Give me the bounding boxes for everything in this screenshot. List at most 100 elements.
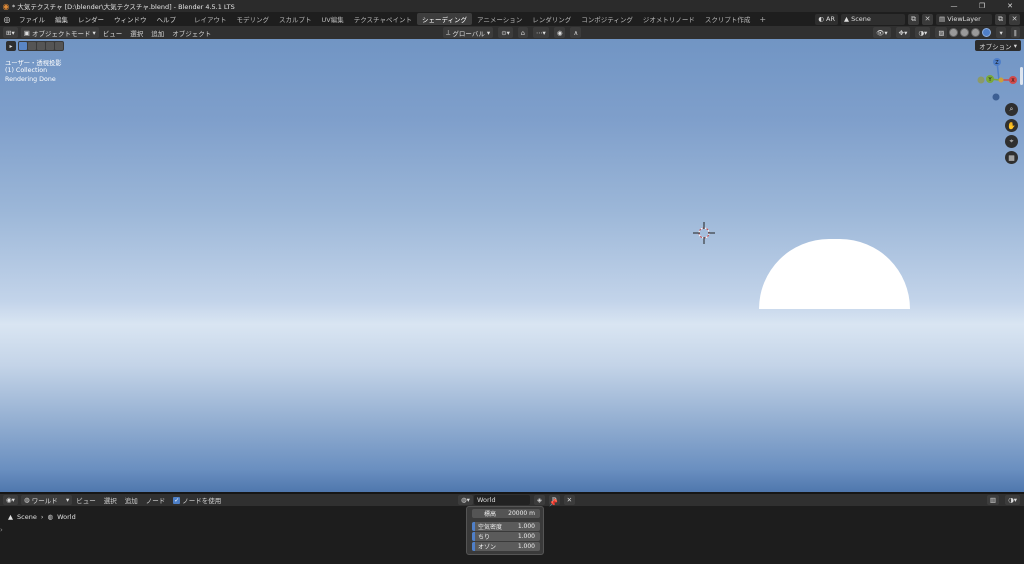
- editor-type-button[interactable]: ⊞▾: [3, 27, 18, 38]
- view-layer-copy-icon[interactable]: ⧉: [995, 13, 1006, 25]
- options-button[interactable]: オプション ▾: [975, 40, 1021, 51]
- pivot-selector[interactable]: ⊙▾: [498, 27, 513, 38]
- select-subtract-icon[interactable]: [37, 42, 45, 50]
- proportional-edit-toggle[interactable]: ◉: [553, 27, 566, 38]
- tab-uv-editing[interactable]: UV編集: [317, 13, 349, 25]
- menu-view[interactable]: ビュー: [99, 28, 127, 38]
- sidebar-toggle-icon[interactable]: ‖: [1010, 27, 1020, 38]
- node-sidebar-icon[interactable]: ▥: [986, 495, 1000, 505]
- blender-logo-icon: ◉: [2, 1, 10, 11]
- menu-add[interactable]: 追加: [147, 28, 168, 38]
- menu-help[interactable]: ヘルプ: [152, 14, 182, 24]
- 3d-cursor-icon[interactable]: [693, 222, 715, 244]
- window-controls: — ❐ ✕: [940, 0, 1024, 12]
- view-layer-remove-icon[interactable]: ✕: [1009, 13, 1020, 25]
- altitude-field[interactable]: 標高 20000 m: [472, 509, 540, 518]
- add-workspace-button[interactable]: +: [755, 15, 770, 24]
- snap-target-selector[interactable]: ⋯▾: [533, 27, 549, 38]
- camera-view-icon[interactable]: ⌖: [1005, 135, 1018, 148]
- node-overlay-toggle[interactable]: ◑▾: [1005, 495, 1020, 505]
- menu-bar: ◎ ファイル 編集 レンダー ウィンドウ ヘルプ レイアウト モデリング スカル…: [0, 12, 1024, 26]
- 3d-viewport[interactable]: ▸ ユーザー・透視投影 (1) Collection Rendering Don…: [0, 39, 1024, 492]
- tab-rendering[interactable]: レンダリング: [527, 13, 576, 25]
- close-button[interactable]: ✕: [996, 0, 1024, 12]
- maximize-button[interactable]: ❐: [968, 0, 996, 12]
- world-name-field[interactable]: World: [473, 495, 530, 505]
- material-shading-icon[interactable]: [971, 28, 981, 37]
- proportional-falloff-icon[interactable]: ∧: [570, 27, 582, 38]
- tab-texture-paint[interactable]: テクスチャペイント: [349, 13, 417, 25]
- scene-selector[interactable]: ▲ Scene: [841, 13, 905, 25]
- select-extend-icon[interactable]: [28, 42, 36, 50]
- ozone-density-slider[interactable]: オゾン 1.000: [472, 542, 540, 551]
- air-density-value: 1.000: [517, 523, 535, 530]
- tab-compositing[interactable]: コンポジティング: [576, 13, 638, 25]
- node-menu-add[interactable]: 追加: [121, 495, 142, 505]
- wireframe-shading-icon[interactable]: [949, 28, 959, 37]
- tab-sculpt[interactable]: スカルプト: [274, 13, 317, 25]
- tab-shading[interactable]: シェーディング: [416, 13, 473, 25]
- select-invert-icon[interactable]: [46, 42, 54, 50]
- scene-breadcrumb-icon: ▲: [8, 513, 13, 521]
- use-nodes-checkbox[interactable]: ✓: [173, 496, 181, 504]
- select-intersect-icon[interactable]: [55, 42, 63, 50]
- node-menu-node[interactable]: ノード: [142, 495, 170, 505]
- orientation-selector[interactable]: ⟂ グローバル ▾: [443, 27, 494, 38]
- blender-menu-icon[interactable]: ◎: [0, 15, 14, 24]
- xray-toggle[interactable]: ▨: [935, 27, 948, 38]
- viewport-scrollbar[interactable]: [1020, 67, 1023, 85]
- scene-remove-icon[interactable]: ✕: [922, 13, 933, 25]
- gizmo-z-label: Z: [995, 60, 999, 66]
- menu-select[interactable]: 選択: [126, 28, 147, 38]
- tab-animation[interactable]: アニメーション: [472, 13, 527, 25]
- tab-layout[interactable]: レイアウト: [189, 13, 232, 25]
- overlay-toggle[interactable]: ◑▾: [915, 27, 931, 38]
- selection-mode-strip: [18, 41, 64, 51]
- node-editor-area[interactable]: › ▲ Scene › ◍ World 📌 標高 20000 m 空気密度 1.…: [0, 499, 1024, 564]
- toolbar-expand-icon[interactable]: ›: [0, 526, 3, 534]
- select-new-icon[interactable]: [19, 42, 27, 50]
- breadcrumb-world: World: [57, 513, 76, 521]
- select-tool-icon[interactable]: ▸: [6, 41, 16, 51]
- minimize-button[interactable]: —: [940, 0, 968, 12]
- view-layer-selector[interactable]: ▤ ViewLayer: [936, 13, 992, 25]
- node-menu-view[interactable]: ビュー: [72, 495, 100, 505]
- shader-type-selector[interactable]: ◍ ワールド ▾: [20, 495, 73, 505]
- scene-pin-icon[interactable]: ⧉: [908, 13, 919, 25]
- dust-density-value: 1.000: [517, 533, 535, 540]
- ar-selector[interactable]: ◐ AR: [815, 13, 838, 25]
- zoom-icon[interactable]: ⌕: [1005, 103, 1018, 116]
- node-menu-select[interactable]: 選択: [100, 495, 121, 505]
- menu-render[interactable]: レンダー: [73, 14, 109, 24]
- menu-file[interactable]: ファイル: [14, 14, 50, 24]
- gizmo-toggle[interactable]: ✥▾: [895, 27, 911, 38]
- tab-modeling[interactable]: モデリング: [232, 13, 275, 25]
- mode-icon: ▣: [23, 28, 32, 37]
- visibility-selector[interactable]: 👁▾: [873, 27, 891, 38]
- tab-geometry-nodes[interactable]: ジオメトリノード: [638, 13, 700, 25]
- altitude-value: 20000 m: [508, 510, 535, 517]
- perspective-grid-icon[interactable]: ▦: [1005, 151, 1018, 164]
- dust-density-slider[interactable]: ちり 1.000: [472, 532, 540, 541]
- mode-selector[interactable]: ▣ オブジェクトモード ▾: [20, 27, 99, 38]
- view-layer-icon: ▤: [939, 15, 948, 23]
- sky-texture-node-panel: 標高 20000 m 空気密度 1.000 ちり 1.000 オゾン 1.000: [466, 506, 544, 555]
- snap-toggle[interactable]: ⌂: [517, 27, 529, 38]
- fake-user-icon[interactable]: ◈: [533, 495, 545, 505]
- menu-object[interactable]: オブジェクト: [168, 28, 215, 38]
- air-density-slider[interactable]: 空気密度 1.000: [472, 522, 540, 531]
- menu-edit[interactable]: 編集: [50, 14, 73, 24]
- shading-options-button[interactable]: ▾: [996, 27, 1006, 38]
- pan-hand-icon[interactable]: ✋: [1005, 119, 1018, 132]
- world-browse-button[interactable]: ◍▾: [458, 495, 473, 505]
- solid-shading-icon[interactable]: [960, 28, 970, 37]
- menu-window[interactable]: ウィンドウ: [109, 14, 152, 24]
- title-bar: ◉ * 大気テクスチャ [D:\blender\大気テクスチャ.blend] -…: [0, 0, 1024, 12]
- rendered-shading-icon[interactable]: [982, 28, 992, 37]
- node-editor-type-button[interactable]: ◉▾: [3, 495, 18, 505]
- unlink-world-icon[interactable]: ✕: [563, 495, 576, 505]
- pin-icon[interactable]: 📌: [549, 499, 558, 507]
- navigation-gizmo[interactable]: Z Y X: [975, 57, 1023, 105]
- tab-scripting[interactable]: スクリプト作成: [700, 13, 756, 25]
- tool-header: ▸: [6, 41, 64, 51]
